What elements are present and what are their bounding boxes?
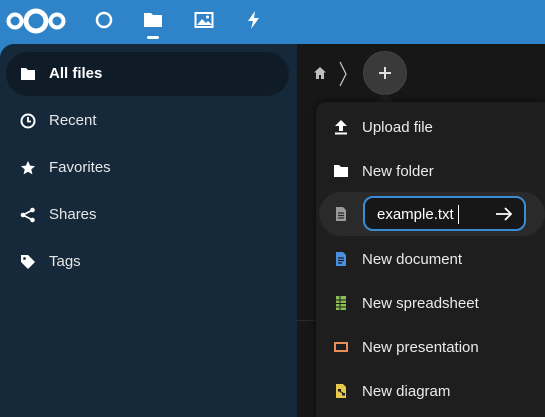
arrow-right-icon[interactable] — [495, 206, 513, 222]
folder-icon[interactable] — [143, 10, 163, 30]
breadcrumb-separator-icon — [339, 61, 347, 87]
active-app-indicator — [147, 36, 159, 39]
text-cursor — [458, 205, 459, 224]
dashboard-circle-icon[interactable] — [94, 10, 114, 30]
folder-icon — [334, 165, 348, 177]
menu-item-new-diagram[interactable]: New diagram — [316, 369, 545, 413]
text-file-icon — [336, 207, 346, 221]
folder-icon — [21, 68, 35, 80]
sidebar-item-favorites[interactable]: Favorites — [6, 146, 289, 190]
plus-icon — [379, 67, 391, 79]
menu-item-upload-file[interactable]: Upload file — [316, 105, 545, 149]
sidebar-item-label: All files — [49, 65, 103, 82]
home-icon[interactable] — [313, 66, 327, 80]
menu-item-new-presentation[interactable]: New presentation — [316, 325, 545, 369]
menu-item-label: New spreadsheet — [362, 295, 479, 312]
sidebar-item-label: Favorites — [49, 159, 111, 176]
menu-item-label: New document — [362, 251, 463, 268]
sidebar-item-tags[interactable]: Tags — [6, 240, 289, 284]
menu-item-new-folder[interactable]: New folder — [316, 149, 545, 193]
menu-item-new-spreadsheet[interactable]: New spreadsheet — [316, 281, 545, 325]
photos-icon[interactable] — [194, 10, 214, 30]
menu-item-label: New diagram — [362, 383, 451, 400]
sidebar-item-all-files[interactable]: All files — [6, 52, 289, 96]
filename-input[interactable] — [377, 204, 487, 224]
filename-input-wrapper — [363, 196, 526, 231]
presentation-icon — [334, 342, 348, 352]
menu-item-label: New presentation — [362, 339, 479, 356]
new-button[interactable] — [363, 51, 407, 95]
sidebar-item-label: Tags — [49, 253, 81, 270]
share-icon — [20, 207, 35, 223]
star-icon — [20, 161, 36, 175]
tag-icon — [21, 255, 35, 269]
menu-item-new-document[interactable]: New document — [316, 237, 545, 281]
document-icon — [336, 252, 346, 266]
sidebar-item-recent[interactable]: Recent — [6, 99, 289, 143]
sidebar-item-label: Recent — [49, 112, 97, 129]
menu-item-label: Upload file — [362, 119, 433, 136]
activity-lightning-icon[interactable] — [244, 10, 264, 30]
upload-icon — [335, 120, 347, 135]
header-bar — [0, 0, 545, 44]
menu-item-label: New folder — [362, 163, 434, 180]
clock-icon — [20, 113, 36, 129]
diagram-icon — [336, 384, 346, 398]
spreadsheet-icon — [336, 296, 346, 310]
list-divider — [297, 320, 315, 321]
sidebar-item-label: Shares — [49, 206, 97, 223]
nextcloud-logo[interactable] — [5, 7, 67, 35]
sidebar-item-shares[interactable]: Shares — [6, 193, 289, 237]
